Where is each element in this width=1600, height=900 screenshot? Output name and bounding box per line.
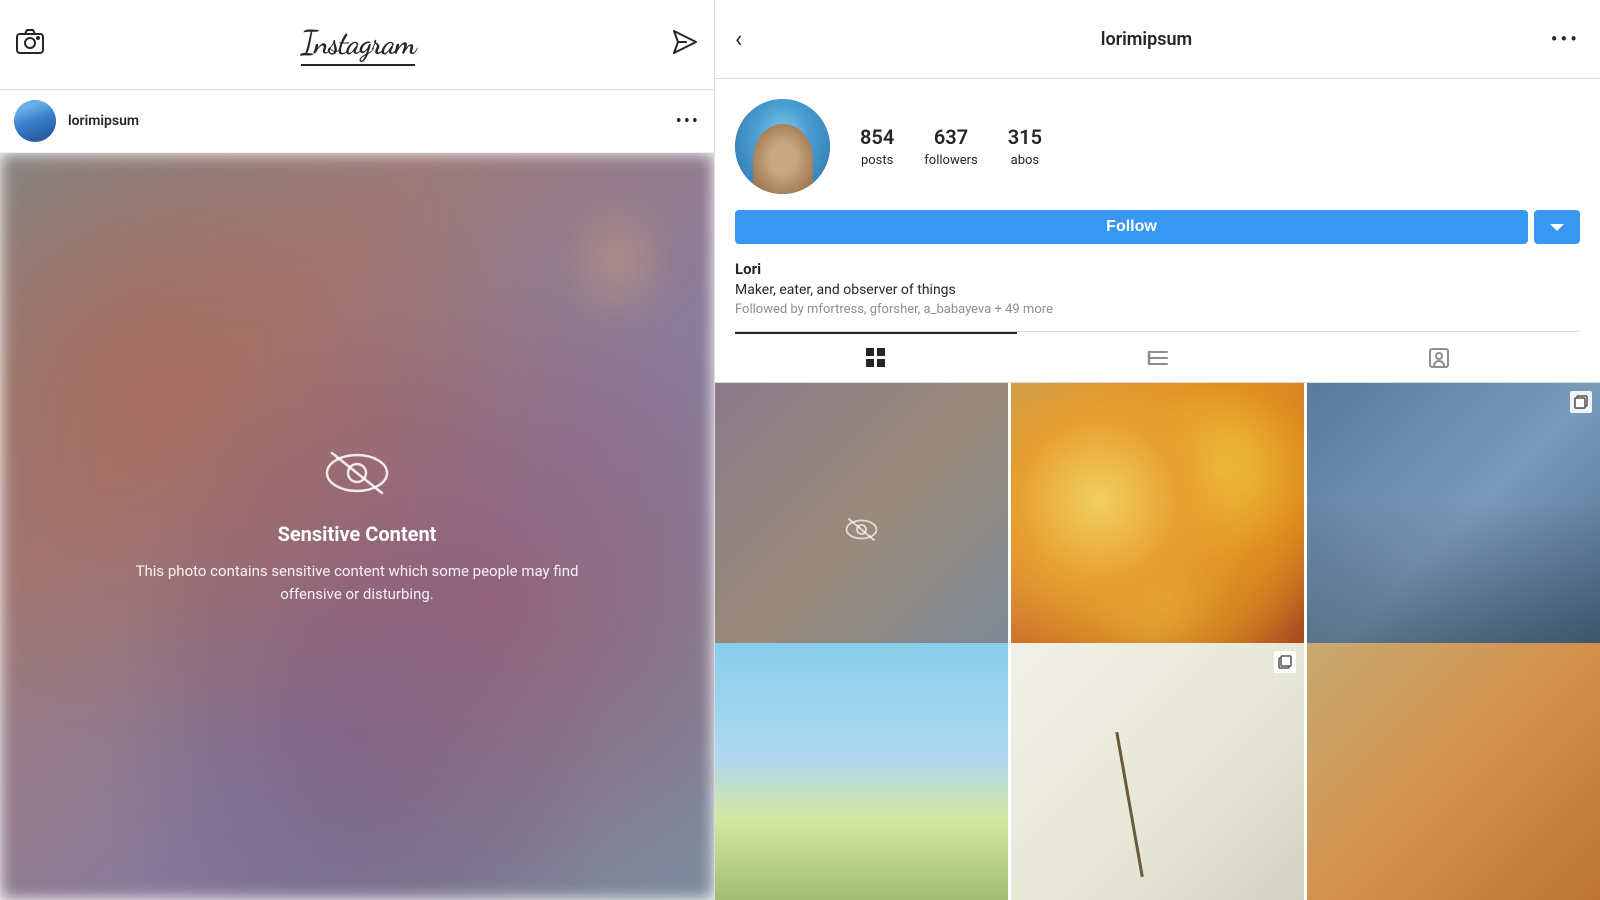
profile-actions: Follow bbox=[735, 210, 1580, 244]
profile-bio: Maker, eater, and observer of things bbox=[735, 282, 1580, 298]
grid-item-food2[interactable] bbox=[1307, 643, 1600, 900]
follow-dropdown-button[interactable] bbox=[1534, 210, 1580, 244]
profile-followed-by: Followed by mfortress, gforsher, a_babay… bbox=[735, 302, 1580, 317]
sensitive-content-overlay: Sensitive Content This photo contains se… bbox=[0, 153, 714, 900]
profile-tabs bbox=[735, 331, 1580, 382]
grid-icon bbox=[864, 346, 888, 370]
follow-button[interactable]: Follow bbox=[735, 210, 1528, 244]
list-icon bbox=[1146, 346, 1170, 370]
following-count: 315 bbox=[1008, 125, 1042, 149]
multi-photo-badge-2 bbox=[1274, 651, 1296, 673]
post-header: lorimipsum ••• bbox=[0, 90, 714, 153]
multi-photo-icon bbox=[1574, 395, 1588, 409]
profile-name: Lori bbox=[735, 260, 1580, 278]
chevron-down-icon bbox=[1550, 222, 1564, 232]
multi-photo-badge bbox=[1570, 391, 1592, 413]
stats-row: 854 posts 637 followers 315 abos bbox=[860, 125, 1580, 168]
sensitive-description: This photo contains sensitive content wh… bbox=[127, 560, 587, 605]
right-header: ‹ lorimipsum ••• bbox=[715, 0, 1600, 79]
left-header: Instagram bbox=[0, 0, 714, 90]
stat-posts: 854 posts bbox=[860, 125, 894, 168]
post-more-button[interactable]: ••• bbox=[676, 111, 700, 132]
instagram-logo-container: Instagram bbox=[301, 24, 416, 66]
right-panel: ‹ lorimipsum ••• 854 posts 637 followers… bbox=[715, 0, 1600, 900]
sensitive-title: Sensitive Content bbox=[127, 522, 587, 546]
tab-tagged[interactable] bbox=[1298, 332, 1580, 382]
profile-section: 854 posts 637 followers 315 abos Follow bbox=[715, 79, 1600, 383]
left-panel: Instagram lorimipsum ••• Sensitive Co bbox=[0, 0, 715, 900]
logo-underline bbox=[301, 64, 416, 66]
eye-slash-icon bbox=[322, 448, 392, 498]
stat-following: 315 abos bbox=[1008, 125, 1042, 168]
tab-grid[interactable] bbox=[735, 332, 1017, 382]
posts-count: 854 bbox=[860, 125, 894, 149]
grid-item-group[interactable] bbox=[1307, 383, 1600, 676]
back-button[interactable]: ‹ bbox=[735, 25, 742, 53]
multi-photo-icon-2 bbox=[1278, 655, 1292, 669]
camera-icon[interactable] bbox=[16, 28, 44, 61]
grid-item-food[interactable] bbox=[1011, 383, 1304, 676]
profile-header-title: lorimipsum bbox=[1101, 29, 1192, 50]
profile-top: 854 posts 637 followers 315 abos bbox=[735, 99, 1580, 194]
posts-label: posts bbox=[861, 153, 893, 168]
followers-count: 637 bbox=[924, 125, 977, 149]
tagged-icon bbox=[1427, 346, 1451, 370]
post-username[interactable]: lorimipsum bbox=[68, 113, 676, 129]
app-title: Instagram bbox=[301, 24, 416, 62]
sensitive-content-box: Sensitive Content This photo contains se… bbox=[107, 428, 607, 625]
stat-followers: 637 followers bbox=[924, 125, 977, 168]
profile-info: Lori Maker, eater, and observer of thing… bbox=[735, 260, 1580, 317]
followers-label: followers bbox=[924, 153, 977, 168]
following-label: abos bbox=[1011, 153, 1040, 168]
profile-avatar[interactable] bbox=[735, 99, 830, 194]
grid-item-sensitive[interactable] bbox=[715, 383, 1008, 676]
header-more-button[interactable]: ••• bbox=[1551, 27, 1580, 51]
grid-item-plant[interactable] bbox=[1011, 643, 1304, 900]
tab-list[interactable] bbox=[1017, 332, 1299, 382]
grid-item-landscape[interactable] bbox=[715, 643, 1008, 900]
eye-slash-grid-icon bbox=[844, 517, 879, 542]
post-avatar[interactable] bbox=[14, 100, 56, 142]
send-icon[interactable] bbox=[672, 29, 698, 61]
photo-grid bbox=[715, 383, 1600, 900]
